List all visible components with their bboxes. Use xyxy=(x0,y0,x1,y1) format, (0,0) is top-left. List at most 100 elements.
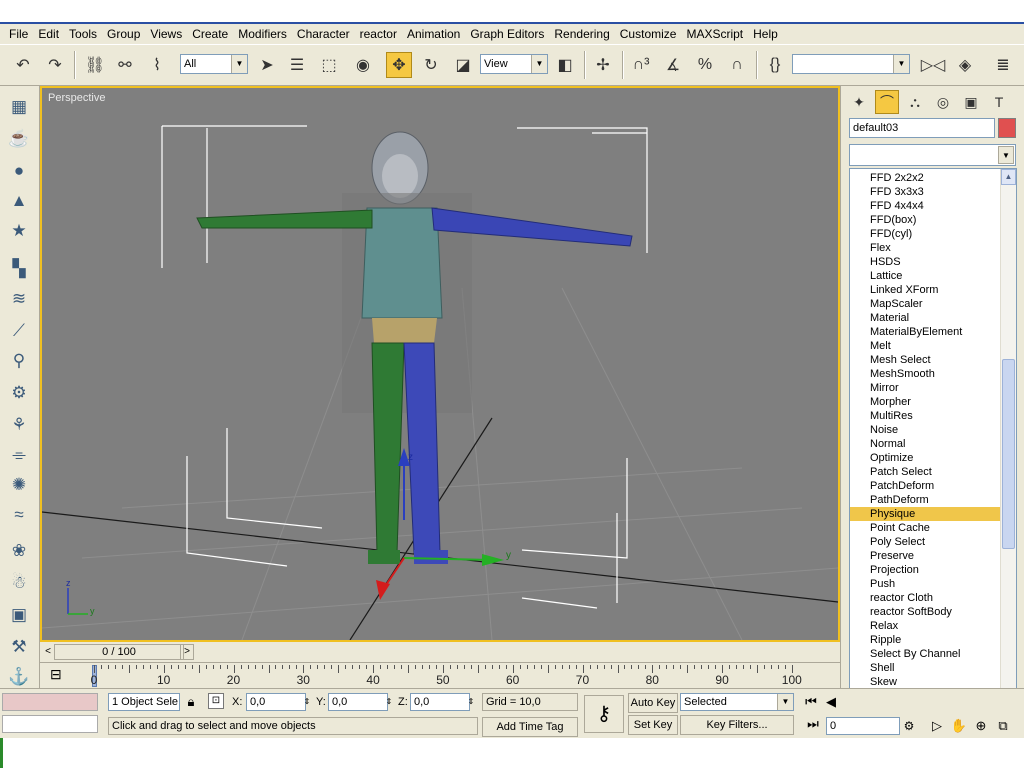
create-tab-icon[interactable]: ✦ xyxy=(847,90,871,114)
modifier-item[interactable]: FFD(cyl) xyxy=(850,227,1001,241)
modifier-item[interactable]: Shell xyxy=(850,661,1001,675)
orbit-icon[interactable]: ⊕ xyxy=(972,717,990,735)
modifier-item[interactable]: Physique xyxy=(850,507,1001,521)
maxscript-listener-white[interactable] xyxy=(2,715,98,733)
modifier-item[interactable]: Ripple xyxy=(850,633,1001,647)
modifier-item[interactable]: Mirror xyxy=(850,381,1001,395)
modifier-item[interactable]: MeshSmooth xyxy=(850,367,1001,381)
modifier-item[interactable]: Optimize xyxy=(850,451,1001,465)
menu-edit[interactable]: Edit xyxy=(33,24,64,44)
modifier-item[interactable]: FFD 4x4x4 xyxy=(850,199,1001,213)
menu-rendering[interactable]: Rendering xyxy=(549,24,614,44)
key-filters-button[interactable]: Key Filters... xyxy=(680,715,794,735)
menu-reactor[interactable]: reactor xyxy=(355,24,402,44)
perspective-viewport[interactable]: Perspective z y z y xyxy=(40,86,840,642)
modifier-item[interactable]: Relax xyxy=(850,619,1001,633)
toy-car-icon[interactable]: ▣ xyxy=(6,602,32,628)
gear-icon[interactable]: ⚙ xyxy=(6,380,32,406)
maxscript-listener-pink[interactable] xyxy=(2,693,98,711)
menu-help[interactable]: Help xyxy=(748,24,783,44)
viewport-label[interactable]: Perspective xyxy=(48,92,105,104)
modifier-item[interactable]: Push xyxy=(850,577,1001,591)
add-time-tag-button[interactable]: Add Time Tag xyxy=(482,717,578,737)
box-icon[interactable]: ▦ xyxy=(6,94,32,120)
key-mode-combo[interactable]: Selected ▼ xyxy=(680,693,794,711)
select-by-name-icon[interactable]: ☰ xyxy=(284,52,310,78)
prev-key-icon[interactable]: ◀ xyxy=(822,693,840,711)
ref-coord-combo[interactable]: View ▼ xyxy=(480,54,548,74)
scroll-thumb[interactable] xyxy=(1002,359,1015,549)
cone-icon[interactable]: ▲ xyxy=(6,188,32,214)
named-selection-combo[interactable]: ▼ xyxy=(792,54,910,74)
modifier-list-combo[interactable]: ▼ xyxy=(849,144,1016,166)
hierarchy-tab-icon[interactable]: ⛬ xyxy=(903,90,927,114)
modifier-item[interactable]: Melt xyxy=(850,339,1001,353)
percent-snap-icon[interactable]: % xyxy=(692,52,718,78)
star-icon[interactable]: ★ xyxy=(6,218,32,244)
set-key-button[interactable]: Set Key xyxy=(628,715,678,735)
curve-editor-icon[interactable]: ⊟ xyxy=(50,666,62,683)
modifier-item[interactable]: Poly Select xyxy=(850,535,1001,549)
modifier-scrollbar[interactable]: ▲ ▼ xyxy=(1000,169,1016,715)
modifier-item[interactable]: Preserve xyxy=(850,549,1001,563)
modifier-item[interactable]: Skew xyxy=(850,675,1001,689)
key-mode-toggle-icon[interactable]: ⏭ xyxy=(804,715,822,733)
scroll-up-icon[interactable]: ▲ xyxy=(1001,169,1016,185)
menu-character[interactable]: Character xyxy=(292,24,355,44)
current-frame-field[interactable]: 0 xyxy=(826,717,900,735)
redo-icon[interactable]: ↷ xyxy=(42,52,68,78)
modifier-item[interactable]: Mesh Select xyxy=(850,353,1001,367)
menu-group[interactable]: Group xyxy=(102,24,145,44)
modifier-item[interactable]: Normal xyxy=(850,437,1001,451)
menu-customize[interactable]: Customize xyxy=(615,24,682,44)
unlink-icon[interactable]: ⚯ xyxy=(112,52,138,78)
sphere-icon[interactable]: ● xyxy=(6,158,32,184)
water-icon[interactable]: ≈ xyxy=(6,502,32,528)
tube-icon[interactable]: ⟋ xyxy=(6,318,32,344)
display-tab-icon[interactable]: ▣ xyxy=(959,90,983,114)
zoom-icon[interactable]: ▷ xyxy=(928,717,946,735)
rect-selection-icon[interactable]: ⬚ xyxy=(316,52,342,78)
modifier-item[interactable]: Morpher xyxy=(850,395,1001,409)
motion-tab-icon[interactable]: ◎ xyxy=(931,90,955,114)
modifier-item[interactable]: FFD 2x2x2 xyxy=(850,171,1001,185)
utilities-tab-icon[interactable]: T xyxy=(987,90,1011,114)
modifier-item[interactable]: MapScaler xyxy=(850,297,1001,311)
prev-frame-icon[interactable]: < xyxy=(42,644,54,660)
modifier-item[interactable]: MaterialByElement xyxy=(850,325,1001,339)
modifier-item[interactable]: Material xyxy=(850,311,1001,325)
select-move-icon[interactable]: ✥ xyxy=(386,52,412,78)
time-slider-thumb[interactable]: 0 / 100 xyxy=(54,644,184,660)
magnifier-icon[interactable]: ⚲ xyxy=(6,348,32,374)
menu-modifiers[interactable]: Modifiers xyxy=(233,24,292,44)
align-icon[interactable]: ◈ xyxy=(952,52,978,78)
window-crossing-icon[interactable]: ◉ xyxy=(350,52,376,78)
figure-icon[interactable]: ☃ xyxy=(6,570,32,596)
cloth-icon[interactable]: ✺ xyxy=(6,472,32,498)
z-coord-field[interactable]: 0,0 xyxy=(410,693,470,711)
angle-snap-icon[interactable]: ∡ xyxy=(660,52,686,78)
rope-icon[interactable]: ❀ xyxy=(6,538,32,564)
pivot-center-icon[interactable]: ◧ xyxy=(552,52,578,78)
undo-icon[interactable]: ↶ xyxy=(10,52,36,78)
modifier-item[interactable]: reactor Cloth xyxy=(850,591,1001,605)
lock-icon[interactable]: 🔒︎ xyxy=(182,693,200,711)
modify-tab-icon[interactable]: ⌒ xyxy=(875,90,899,114)
manipulate-icon[interactable]: ✢ xyxy=(590,52,616,78)
y-spinner-icon[interactable]: ⇕ xyxy=(384,693,394,711)
select-object-icon[interactable]: ➤ xyxy=(254,52,280,78)
time-config-icon[interactable]: ⚙ xyxy=(900,717,918,735)
modifier-item[interactable]: Point Cache xyxy=(850,521,1001,535)
select-link-icon[interactable]: ⛓ xyxy=(82,52,108,78)
selection-filter-combo[interactable]: All ▼ xyxy=(180,54,248,74)
menu-maxscript[interactable]: MAXScript xyxy=(681,24,748,44)
teapot-icon[interactable]: ☕ xyxy=(6,126,32,152)
select-scale-icon[interactable]: ◪ xyxy=(450,52,476,78)
modifier-item[interactable]: MultiRes xyxy=(850,409,1001,423)
x-spinner-icon[interactable]: ⇕ xyxy=(302,693,312,711)
x-coord-field[interactable]: 0,0 xyxy=(246,693,306,711)
spinner-snap-icon[interactable]: ∩ xyxy=(724,52,750,78)
modifier-item[interactable]: Noise xyxy=(850,423,1001,437)
snap-toggle-icon[interactable]: ∩³ xyxy=(628,52,654,78)
menu-create[interactable]: Create xyxy=(187,24,233,44)
